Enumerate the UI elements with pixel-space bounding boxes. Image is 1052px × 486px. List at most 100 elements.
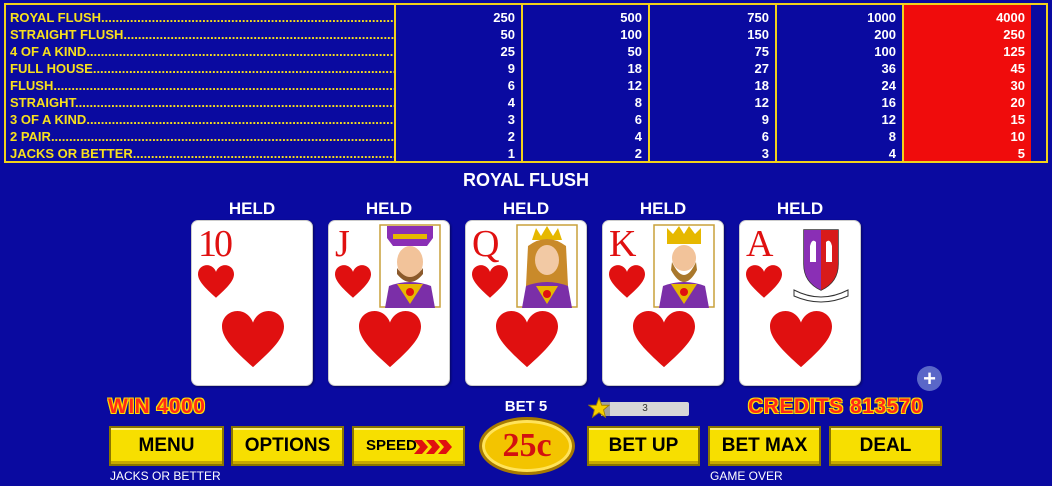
heart-icon <box>496 310 558 368</box>
heart-icon <box>472 265 508 298</box>
paytable: ROYAL FLUSH STRAIGHT FLUSH 4 OF A KIND F… <box>4 3 1048 163</box>
card-rank: Q <box>472 223 500 265</box>
payout-value: 50 <box>627 44 642 59</box>
held-label: HELD <box>502 199 550 218</box>
card-rank: A <box>746 223 774 265</box>
payout-value: 250 <box>1003 27 1025 42</box>
payout-value: 4 <box>634 129 642 144</box>
denomination-label: 25c <box>502 427 552 464</box>
speed-button[interactable]: SPEED <box>352 426 465 466</box>
card-3[interactable]: Q <box>465 220 587 386</box>
chevrons-right-icon <box>414 440 452 454</box>
payout-value: 27 <box>754 61 769 76</box>
paytable-hand-name: 2 PAIR <box>10 128 394 145</box>
heart-icon <box>359 310 421 368</box>
paytable-hand-name: 3 OF A KIND <box>10 111 394 128</box>
heart-icon <box>222 310 284 368</box>
options-button[interactable]: OPTIONS <box>231 426 344 466</box>
heart-icon <box>746 265 782 298</box>
payout-value: 250 <box>493 10 515 25</box>
payout-value: 1 <box>507 146 515 161</box>
payout-value: 2 <box>507 129 515 144</box>
denomination-coin-button[interactable]: 25c <box>479 417 575 475</box>
paytable-hand-name: STRAIGHT <box>10 94 394 111</box>
paytable-hand-name: FLUSH <box>10 77 394 94</box>
payout-value: 16 <box>881 95 896 110</box>
payout-value: 25 <box>500 44 515 59</box>
payout-value: 8 <box>888 129 896 144</box>
king-face-icon <box>653 224 715 308</box>
payout-value: 75 <box>754 44 769 59</box>
jack-face-icon <box>379 224 441 308</box>
paytable-hand-name: 4 OF A KIND <box>10 43 394 60</box>
held-label: HELD <box>639 199 687 218</box>
paytable-column-bet-3: 750 150 75 27 18 12 9 6 3 <box>650 5 777 161</box>
heart-icon <box>770 310 832 368</box>
coat-of-arms-icon <box>793 229 849 303</box>
add-credits-button[interactable]: + <box>917 366 942 391</box>
payout-value: 4000 <box>996 10 1025 25</box>
level-number: 3 <box>642 403 648 414</box>
payout-value: 15 <box>1010 112 1025 127</box>
hand-result-title: ROYAL FLUSH <box>462 170 590 190</box>
payout-value: 6 <box>761 129 769 144</box>
paytable-hand-name: FULL HOUSE <box>10 60 394 77</box>
paytable-column-bet-5: 4000 250 125 45 30 20 15 10 5 <box>904 5 1031 161</box>
bet-max-button[interactable]: BET MAX <box>708 426 821 466</box>
heart-icon <box>335 265 371 298</box>
heart-icon <box>198 265 234 298</box>
payout-value: 9 <box>507 61 515 76</box>
payout-value: 30 <box>1010 78 1025 93</box>
paytable-column-bet-1: 250 50 25 9 6 4 3 2 1 <box>396 5 523 161</box>
payout-value: 2 <box>634 146 642 161</box>
game-name-label: JACKS OR BETTER <box>110 469 221 483</box>
payout-value: 8 <box>634 95 642 110</box>
card-rank: 10 <box>198 223 233 265</box>
payout-value: 500 <box>620 10 642 25</box>
credits-amount: CREDITS 813570 <box>748 395 924 418</box>
payout-value: 45 <box>1010 61 1025 76</box>
payout-value: 4 <box>888 146 896 161</box>
payout-value: 6 <box>634 112 642 127</box>
paytable-hand-names: ROYAL FLUSH STRAIGHT FLUSH 4 OF A KIND F… <box>6 5 396 161</box>
paytable-hand-name: ROYAL FLUSH <box>10 9 394 26</box>
payout-value: 18 <box>627 61 642 76</box>
bet-up-button[interactable]: BET UP <box>587 426 700 466</box>
payout-value: 100 <box>620 27 642 42</box>
held-label: HELD <box>365 199 413 218</box>
held-label: HELD <box>776 199 824 218</box>
card-4[interactable]: K <box>602 220 724 386</box>
paytable-hand-name: JACKS OR BETTER <box>10 145 394 162</box>
paytable-hand-name: STRAIGHT FLUSH <box>10 26 394 43</box>
payout-value: 5 <box>1017 146 1025 161</box>
payout-value: 20 <box>1010 95 1025 110</box>
payout-value: 750 <box>747 10 769 25</box>
payout-value: 1000 <box>867 10 896 25</box>
payout-value: 125 <box>1003 44 1025 59</box>
menu-button[interactable]: MENU <box>109 426 224 466</box>
payout-value: 12 <box>881 112 896 127</box>
payout-value: 36 <box>881 61 896 76</box>
payout-value: 200 <box>874 27 896 42</box>
card-1[interactable]: 10 <box>191 220 313 386</box>
payout-value: 100 <box>874 44 896 59</box>
star-icon <box>588 397 610 419</box>
card-rank: K <box>609 223 637 265</box>
card-5[interactable]: A <box>739 220 861 386</box>
speed-button-label: SPEED <box>366 437 417 454</box>
card-2[interactable]: J <box>328 220 450 386</box>
paytable-column-bet-2: 500 100 50 18 12 8 6 4 2 <box>523 5 650 161</box>
held-label: HELD <box>228 199 276 218</box>
payout-value: 50 <box>500 27 515 42</box>
payout-value: 10 <box>1010 129 1025 144</box>
win-amount: WIN 4000 <box>108 395 206 418</box>
deal-button[interactable]: DEAL <box>829 426 942 466</box>
payout-value: 9 <box>761 112 769 127</box>
payout-value: 3 <box>507 112 515 127</box>
payout-value: 12 <box>627 78 642 93</box>
payout-value: 24 <box>881 78 896 93</box>
payout-value: 6 <box>507 78 515 93</box>
payout-value: 150 <box>747 27 769 42</box>
card-rank: J <box>335 223 350 265</box>
paytable-column-bet-4: 1000 200 100 36 24 16 12 8 4 <box>777 5 904 161</box>
